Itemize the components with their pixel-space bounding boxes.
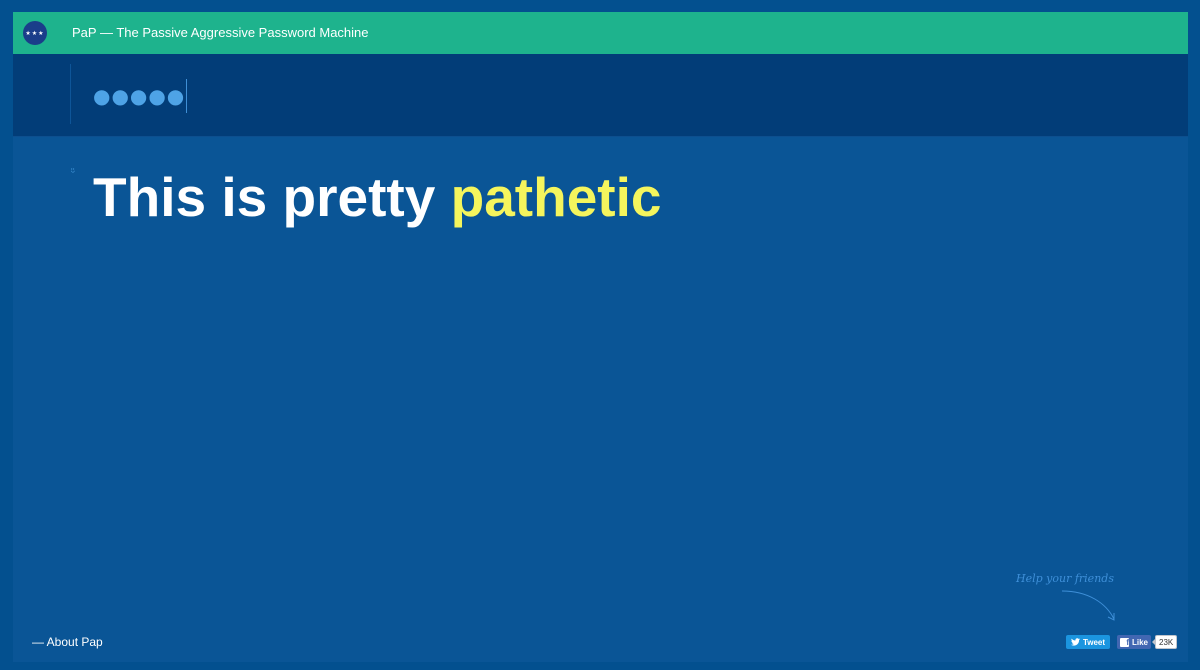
- stars-logo-icon[interactable]: ★★★: [23, 21, 47, 45]
- facebook-f-icon: f: [1119, 637, 1129, 647]
- smiley-icon: ᵕ̈: [71, 168, 76, 179]
- twitter-bird-icon: [1070, 638, 1080, 646]
- like-label: Like: [1131, 637, 1148, 647]
- tweet-label: Tweet: [1082, 637, 1106, 647]
- text-caret: [186, 79, 188, 113]
- feedback-headline: This is pretty pathetic: [93, 166, 661, 228]
- password-divider: [70, 64, 71, 124]
- app-frame: ★★★ PaP — The Passive Aggressive Passwor…: [13, 12, 1188, 662]
- password-value: ●●●●●: [93, 84, 186, 108]
- feedback-prefix: This is pretty: [93, 166, 451, 228]
- tweet-button[interactable]: Tweet: [1066, 635, 1110, 649]
- curved-arrow-icon: [1061, 590, 1115, 621]
- password-input[interactable]: ●●●●●: [93, 78, 393, 114]
- help-your-friends-text: Help your friends: [1016, 572, 1114, 585]
- facebook-like-button[interactable]: f Like: [1117, 635, 1151, 649]
- feedback-highlight: pathetic: [450, 166, 662, 228]
- like-count-badge: 23K: [1151, 635, 1178, 649]
- about-link[interactable]: — About Pap: [32, 635, 103, 649]
- top-bar: ★★★ PaP — The Passive Aggressive Passwor…: [13, 12, 1188, 54]
- app-title: PaP — The Passive Aggressive Password Ma…: [72, 25, 369, 40]
- password-bar: ●●●●●: [13, 54, 1188, 137]
